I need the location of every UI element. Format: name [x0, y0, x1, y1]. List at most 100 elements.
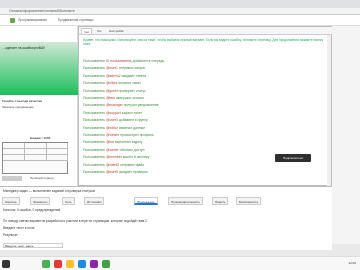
message-user[interactable]: @editor [106, 126, 118, 130]
message-text: выполнил задачу [114, 140, 143, 145]
bottom-title: Менеджер задач — выполнение заданий и пр… [3, 189, 95, 193]
message-prefix: Пользователь [83, 73, 106, 78]
chat-scrollbar[interactable] [327, 35, 331, 187]
message-user[interactable]: @admin2 [106, 74, 121, 78]
message-text: отправил запрос [117, 66, 146, 71]
tab-console[interactable]: Консоль [2, 197, 20, 205]
url-text[interactable]: Оплата/оформление/оплата/ВКонтакте [9, 9, 129, 14]
chat-message: Пользователь @user1 отправил запрос [83, 66, 145, 70]
message-user[interactable]: @user3 [106, 118, 118, 122]
bookmark-item[interactable]: Программирование [18, 18, 47, 22]
chat-message: Пользователь @user5 ожидает проверки [83, 170, 148, 174]
chat-message: Пользователь @owner обновил доступ [83, 148, 144, 152]
message-text: получил уведомление [122, 103, 159, 108]
tab-elements[interactable]: Элементы [30, 197, 51, 205]
message-prefix: Пользователь [83, 88, 106, 93]
message-user[interactable]: @owner [106, 148, 119, 152]
message-user[interactable]: @viewer [106, 133, 119, 137]
connect-button[interactable]: Подключиться [275, 154, 311, 162]
left-table [2, 142, 68, 174]
message-text: ожидает ответа [120, 73, 146, 78]
bookmark-icon[interactable] [10, 18, 15, 23]
app-icon[interactable] [102, 260, 110, 268]
tab-network[interactable]: Сеть [62, 197, 75, 205]
message-prefix: Пользователь [83, 170, 106, 174]
chat-message: Пользователь @manager получил уведомлени… [83, 103, 159, 107]
message-user[interactable]: @member [106, 155, 122, 159]
left-heading: Узнайте о выгоде качества [2, 99, 43, 103]
left-link[interactable]: Заказать продвижение [2, 105, 34, 109]
message-text: вошёл в систему [121, 155, 150, 160]
message-text: завершил сессию [114, 96, 144, 100]
message-prefix: Пользователь [83, 125, 106, 130]
left-budget: Бюджет: 1563 [30, 136, 51, 140]
tab-security[interactable]: Безопасность [236, 197, 262, 205]
app-icon[interactable] [90, 260, 98, 268]
message-prefix: Пользователь [83, 140, 106, 145]
message-prefix: Пользователь [83, 81, 106, 86]
tab-application[interactable]: Приложение [134, 197, 158, 205]
clock: 12:00 [348, 261, 356, 265]
tab-log[interactable]: Лог [95, 28, 104, 34]
chat-message: Пользователь @bot выполнил задачу [83, 140, 142, 144]
chat-message: Пользователь @viewer просмотрел профиль [83, 133, 154, 137]
text-input[interactable]: Введите текст здесь [3, 243, 63, 248]
app-icon[interactable] [66, 260, 74, 268]
message-prefix: Пользователь [83, 162, 106, 167]
chat-log: Привет, это помощник. Используйте список… [79, 35, 333, 187]
message-text: обновил доступ [118, 147, 145, 152]
chat-message: Пользователь @client2 отправил файл [83, 163, 144, 167]
right-area [332, 26, 360, 244]
chat-message: Пользователь @admin2 ожидает ответа [83, 74, 146, 78]
message-text: оплатил заказ [117, 81, 141, 86]
chat-message: Пользователь @client оплатил заказ [83, 81, 141, 85]
tab-chat[interactable]: Чат [81, 28, 92, 34]
chat-message: Пользователь ID пользователь добавлен в … [83, 59, 164, 63]
message-prefix: Пользователь [83, 59, 106, 63]
message-prefix: Пользователь [83, 66, 106, 71]
message-user[interactable]: ID пользователь [106, 59, 132, 63]
chat-message: Пользователь @user3 добавлен в группу [83, 118, 148, 122]
message-prefix: Пользователь [83, 118, 106, 123]
message-prefix: Пользователь [83, 110, 106, 115]
start-icon[interactable] [2, 260, 10, 268]
taskbar: 12:00 [0, 256, 360, 270]
tab-sources[interactable]: Источники [84, 197, 105, 205]
message-user[interactable]: @support [106, 111, 121, 115]
lower-line: Введите текст в поле: [3, 226, 36, 230]
chat-intro: Привет, это помощник. Используйте список… [83, 38, 324, 47]
tab-performance[interactable]: Производительность [168, 197, 204, 205]
chat-message: Пользователь @member вошёл в систему [83, 155, 149, 159]
app-icon[interactable] [54, 260, 62, 268]
message-user[interactable]: @user5 [106, 170, 118, 174]
message-user[interactable]: @client2 [106, 163, 119, 167]
left-banner: …сделает на ошибки pmBAV [0, 42, 78, 95]
tab-settings[interactable]: Настройки [107, 28, 126, 34]
lower-line: Результат: [3, 233, 19, 237]
bottom-panel: Менеджер задач — выполнение заданий и пр… [0, 186, 332, 216]
panel-tab-strip: Чат Лог Настройки [79, 27, 333, 35]
message-prefix: Пользователь [83, 96, 106, 100]
message-text: закрыл тикет [120, 110, 143, 115]
app-icon[interactable] [78, 260, 86, 268]
message-user[interactable]: @manager [106, 103, 123, 107]
chat-message: Пользователь @editor изменил данные [83, 126, 145, 130]
app-icon[interactable] [42, 260, 50, 268]
message-user[interactable]: @user1 [106, 66, 118, 70]
message-text: отправил файл [119, 162, 145, 167]
address-bar[interactable]: Оплата/оформление/оплата/ВКонтакте [0, 8, 360, 15]
browser-tab-strip [0, 0, 360, 8]
message-user[interactable]: @client [106, 81, 117, 85]
bottom-tab-strip: Консоль Элементы Сеть Источники Приложен… [0, 197, 332, 205]
message-prefix: Пользователь [83, 155, 106, 160]
chat-message: Пользователь @support закрыл тикет [83, 111, 142, 115]
bookmark-item[interactable]: Продвижение страницы [58, 18, 93, 22]
lower-content: По поводу смены вариантов разработки и у… [0, 216, 332, 250]
left-button[interactable] [2, 176, 22, 181]
message-user[interactable]: @guest [106, 89, 118, 93]
message-user[interactable]: @bot [106, 140, 114, 144]
message-user[interactable]: @test [106, 96, 115, 100]
message-prefix: Пользователь [83, 147, 106, 152]
tab-memory[interactable]: Память [212, 197, 229, 205]
message-text: просмотрел профиль [119, 133, 154, 137]
